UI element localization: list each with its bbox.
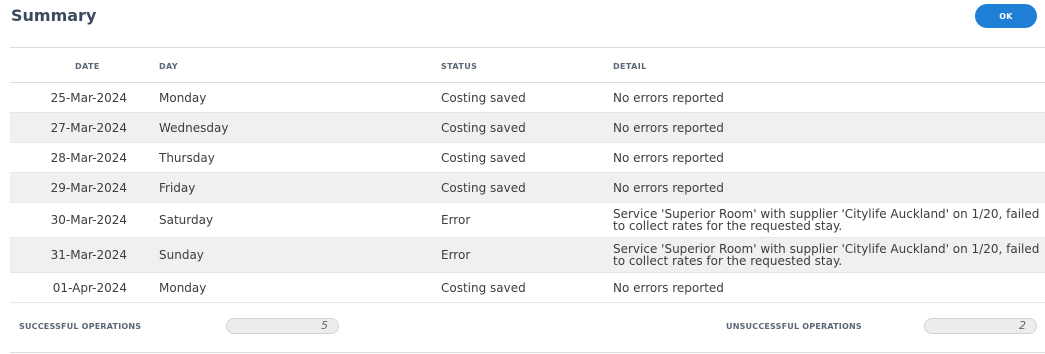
status-cell: Costing saved: [441, 180, 526, 195]
day-cell: Monday: [159, 280, 207, 295]
bottom-divider: [10, 352, 1045, 353]
detail-cell: No errors reported: [613, 90, 724, 105]
column-header-status[interactable]: STATUS: [441, 62, 477, 71]
date-cell: 29-Mar-2024: [50, 180, 127, 195]
status-cell: Error: [441, 213, 471, 227]
day-cell: Saturday: [159, 213, 214, 227]
column-header-date[interactable]: DATE: [75, 62, 100, 71]
successful-operations-label: SUCCESSFUL OPERATIONS: [19, 322, 142, 331]
unsuccessful-operations-count: 2: [924, 318, 1037, 334]
date-cell: 25-Mar-2024: [50, 90, 127, 105]
day-cell: Thursday: [159, 150, 215, 165]
detail-cell: No errors reported: [613, 280, 724, 295]
status-cell: Costing saved: [441, 280, 526, 295]
day-cell: Wednesday: [159, 120, 229, 135]
ok-button[interactable]: OK: [975, 4, 1037, 28]
table-row[interactable]: 25-Mar-2024 Monday Costing saved No erro…: [10, 83, 1045, 113]
column-header-day[interactable]: DAY: [159, 62, 178, 71]
status-cell: Costing saved: [441, 120, 526, 135]
date-cell: 28-Mar-2024: [50, 150, 127, 165]
unsuccessful-operations-label: UNSUCCESSFUL OPERATIONS: [726, 322, 862, 331]
operations-footer: SUCCESSFUL OPERATIONS 5 UNSUCCESSFUL OPE…: [10, 318, 1045, 336]
status-cell: Costing saved: [441, 150, 526, 165]
detail-cell: No errors reported: [613, 150, 724, 165]
column-header-detail[interactable]: DETAIL: [613, 62, 647, 71]
detail-cell: Service 'Superior Room' with supplier 'C…: [613, 242, 1040, 268]
day-cell: Sunday: [159, 248, 204, 262]
table-row[interactable]: 31-Mar-2024 Sunday Error Service 'Superi…: [10, 238, 1045, 273]
table-row[interactable]: 01-Apr-2024 Monday Costing saved No erro…: [10, 273, 1045, 303]
table-row[interactable]: 30-Mar-2024 Saturday Error Service 'Supe…: [10, 203, 1045, 238]
detail-cell: No errors reported: [613, 180, 724, 195]
day-cell: Friday: [159, 180, 196, 195]
detail-cell: Service 'Superior Room' with supplier 'C…: [613, 207, 1040, 233]
day-cell: Monday: [159, 90, 207, 105]
date-cell: 30-Mar-2024: [50, 213, 127, 227]
successful-operations-count: 5: [226, 318, 339, 334]
table-row[interactable]: 28-Mar-2024 Thursday Costing saved No er…: [10, 143, 1045, 173]
date-cell: 31-Mar-2024: [50, 248, 127, 262]
status-cell: Costing saved: [441, 90, 526, 105]
table-header: DATE DAY STATUS DETAIL: [10, 48, 1045, 83]
page-title: Summary: [11, 6, 97, 25]
summary-table: DATE DAY STATUS DETAIL 25-Mar-2024 Monda…: [10, 48, 1045, 303]
table-row[interactable]: 27-Mar-2024 Wednesday Costing saved No e…: [10, 113, 1045, 143]
date-cell: 27-Mar-2024: [50, 120, 127, 135]
date-cell: 01-Apr-2024: [52, 280, 127, 295]
detail-cell: No errors reported: [613, 120, 724, 135]
status-cell: Error: [441, 248, 471, 262]
table-row[interactable]: 29-Mar-2024 Friday Costing saved No erro…: [10, 173, 1045, 203]
